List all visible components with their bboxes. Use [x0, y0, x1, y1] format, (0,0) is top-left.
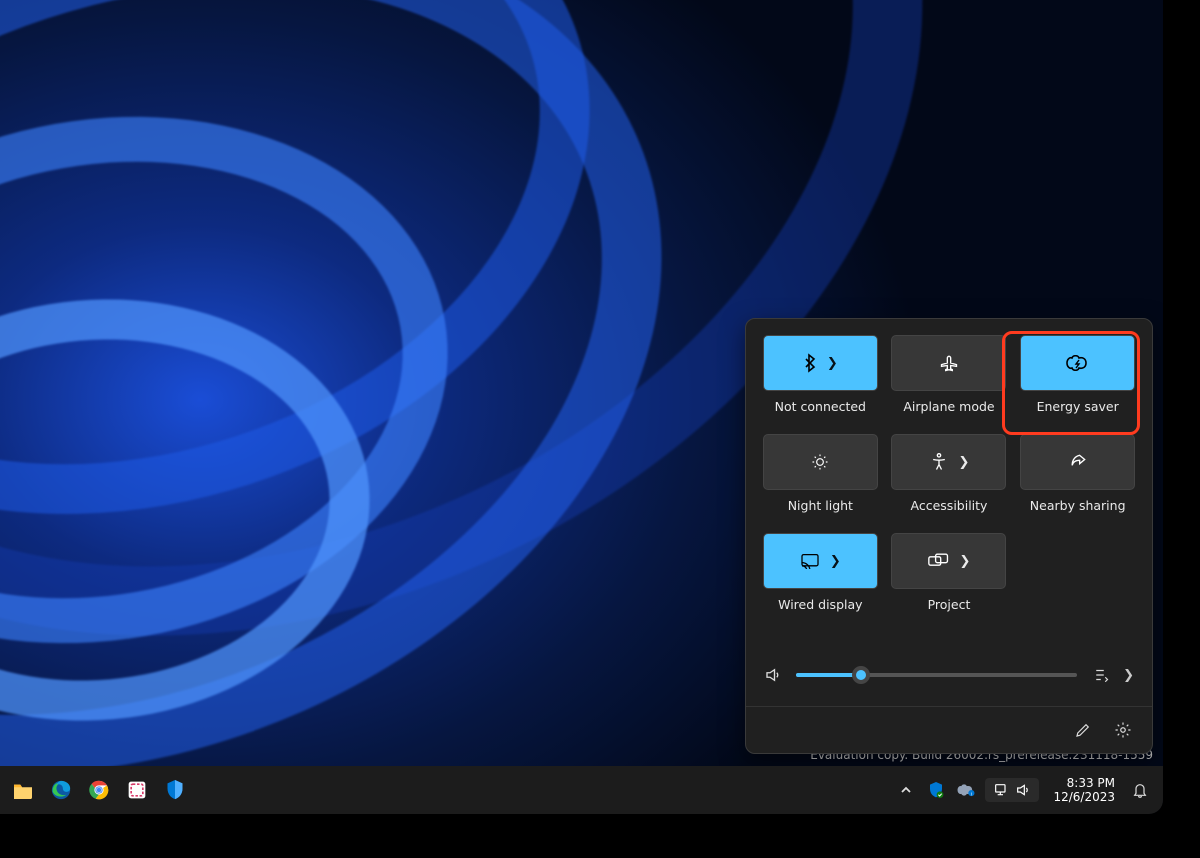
accessibility-icon: [929, 452, 949, 472]
svg-text:i: i: [971, 791, 972, 797]
tile-project[interactable]: ❯: [891, 533, 1006, 589]
audio-output-icon[interactable]: [1091, 666, 1109, 684]
tile-label: Project: [928, 597, 971, 612]
volume-slider[interactable]: [796, 673, 1077, 677]
bluetooth-icon: [803, 353, 817, 373]
chevron-right-icon[interactable]: ❯: [1123, 668, 1134, 683]
tray-security-icon[interactable]: [925, 781, 947, 799]
tray-onedrive-icon[interactable]: i: [955, 783, 977, 797]
tile-airplane-mode[interactable]: [891, 335, 1006, 391]
tray-overflow-chevron-icon[interactable]: [895, 784, 917, 796]
desktop[interactable]: Evaluation copy. Build 26002.rs_prerelea…: [0, 0, 1163, 814]
tile-accessibility[interactable]: ❯: [891, 434, 1006, 490]
taskbar-app-chrome[interactable]: [82, 773, 116, 807]
airplane-icon: [939, 353, 959, 373]
edit-icon[interactable]: [1074, 721, 1092, 739]
chevron-right-icon: ❯: [960, 554, 971, 569]
tile-label: Wired display: [778, 597, 862, 612]
tile-energy-saver[interactable]: [1020, 335, 1135, 391]
speaker-icon[interactable]: [764, 666, 782, 684]
tile-label: Nearby sharing: [1030, 498, 1126, 513]
cast-icon: [800, 553, 820, 569]
clock-time: 8:33 PM: [1053, 776, 1115, 790]
share-icon: [1068, 452, 1088, 472]
volume-icon: [1015, 782, 1031, 798]
settings-gear-icon[interactable]: [1114, 721, 1132, 739]
system-tray-cluster[interactable]: [985, 778, 1039, 802]
quick-settings-panel: ❯ Not connected Airplane mode: [745, 318, 1153, 754]
night-light-icon: [810, 452, 830, 472]
tile-bluetooth[interactable]: ❯: [763, 335, 878, 391]
tile-label: Night light: [788, 498, 853, 513]
chevron-right-icon: ❯: [827, 356, 838, 371]
network-icon: [993, 782, 1009, 798]
tile-night-light[interactable]: [763, 434, 878, 490]
energy-saver-icon: [1065, 355, 1091, 371]
notifications-bell-icon[interactable]: [1129, 781, 1151, 799]
taskbar: i 8:33 PM 12/6/2023: [0, 766, 1163, 814]
quick-settings-grid: ❯ Not connected Airplane mode: [762, 335, 1136, 624]
taskbar-app-file-explorer[interactable]: [6, 773, 40, 807]
tile-nearby-sharing[interactable]: [1020, 434, 1135, 490]
tile-label: Energy saver: [1037, 399, 1119, 414]
quick-settings-footer: [746, 706, 1152, 753]
tile-label: Not connected: [775, 399, 866, 414]
volume-row: ❯: [762, 656, 1136, 706]
project-icon: [928, 553, 950, 569]
tile-label: Accessibility: [911, 498, 988, 513]
taskbar-app-snip[interactable]: [120, 773, 154, 807]
tile-wired-display[interactable]: ❯: [763, 533, 878, 589]
taskbar-app-security[interactable]: [158, 773, 192, 807]
chevron-right-icon: ❯: [830, 554, 841, 569]
taskbar-app-edge[interactable]: [44, 773, 78, 807]
taskbar-clock[interactable]: 8:33 PM 12/6/2023: [1047, 776, 1121, 805]
clock-date: 12/6/2023: [1053, 790, 1115, 804]
tile-label: Airplane mode: [903, 399, 994, 414]
chevron-right-icon: ❯: [959, 455, 970, 470]
